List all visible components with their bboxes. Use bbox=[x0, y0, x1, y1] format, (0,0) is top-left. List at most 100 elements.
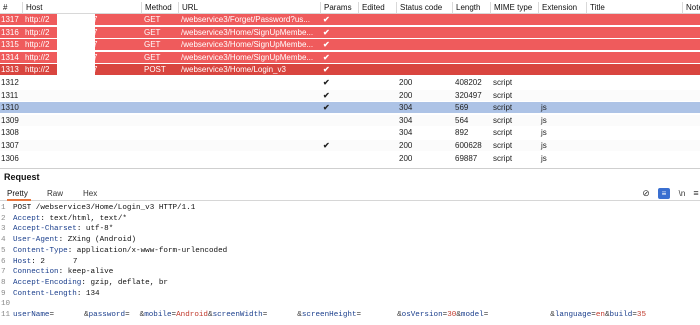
line-text: POST /webservice3/Home/Login_v3 HTTP/1.1 bbox=[13, 203, 195, 213]
cell-method bbox=[141, 90, 178, 101]
request-panel: Request Pretty Raw Hex ⊘ ≡ \n ≡ 1 POST /w… bbox=[0, 168, 700, 325]
table-row[interactable]: 1314 http://2 7 GET/webservice3/Home/SignUp… bbox=[0, 51, 700, 63]
editor-line: 11 userName= &password= &mobile=Android&s… bbox=[0, 310, 700, 320]
cell-method: GET bbox=[144, 52, 161, 62]
cell-method bbox=[141, 140, 178, 151]
cell-title bbox=[586, 14, 682, 25]
cell-extension bbox=[538, 90, 586, 101]
table-row[interactable]: 1310 ✔ 304 569 script js bbox=[0, 102, 700, 114]
column-header-notes[interactable]: Notes bbox=[682, 2, 700, 14]
editor-line: 10 bbox=[0, 299, 700, 309]
table-row[interactable]: 1309 304 564 script js bbox=[0, 114, 700, 126]
show-newlines-icon[interactable]: \n bbox=[676, 188, 688, 199]
editor-line: 5 Content-Type: application/x-www-form-ur… bbox=[0, 246, 700, 256]
hide-icon[interactable]: ⊘ bbox=[640, 188, 652, 199]
table-row[interactable]: 1315 http://2 7 GET/webservice3/Home/SignUp… bbox=[0, 39, 700, 51]
cell-title bbox=[586, 140, 682, 151]
cell-id: 1314 bbox=[1, 52, 19, 62]
line-text: Content-Type: application/x-www-form-url… bbox=[13, 246, 227, 256]
header-value-suffix: 7 bbox=[72, 257, 78, 266]
column-header-url[interactable]: URL bbox=[178, 2, 320, 14]
cell-mime: script bbox=[493, 103, 513, 113]
cell-title bbox=[586, 127, 682, 138]
cell-host bbox=[22, 102, 141, 113]
cell-id: 1312 bbox=[1, 78, 19, 87]
cell-host bbox=[22, 115, 141, 126]
table-row[interactable]: 1308 304 892 script js bbox=[0, 127, 700, 139]
cell-method bbox=[141, 102, 178, 113]
line-number: 6 bbox=[1, 257, 6, 266]
cell-title bbox=[586, 64, 682, 75]
line-text: Connection: keep-alive bbox=[13, 267, 113, 277]
cell-length: 320497 bbox=[455, 90, 482, 100]
column-header-title[interactable]: Title bbox=[586, 2, 682, 14]
table-row[interactable]: 1312 ✔ 200 408202 script bbox=[0, 77, 700, 88]
wrap-lines-icon[interactable]: ≡ bbox=[658, 188, 670, 199]
tab-hex[interactable]: Hex bbox=[83, 187, 101, 201]
column-header-edited[interactable]: Edited bbox=[358, 2, 396, 14]
body-param-name: model bbox=[460, 311, 484, 319]
column-header-method[interactable]: Method bbox=[141, 2, 178, 14]
header-name: Accept-Charset bbox=[13, 225, 77, 234]
cell-edited bbox=[358, 52, 396, 63]
column-header-host[interactable]: Host bbox=[22, 2, 141, 14]
table-row[interactable]: 1311 ✔ 200 320497 script bbox=[0, 89, 700, 101]
body-param-name: build bbox=[609, 311, 633, 319]
table-row[interactable]: 1317 http://2 7 GET/webservice3/Forget/Pass… bbox=[0, 14, 700, 25]
cell-length: 564 bbox=[455, 115, 469, 125]
cell-edited bbox=[358, 39, 396, 50]
editor-line: 9 Content-Length: 134 bbox=[0, 289, 700, 299]
line-number: 7 bbox=[1, 268, 6, 277]
cell-title bbox=[586, 115, 682, 126]
header-value: ZXing (Android) bbox=[63, 236, 137, 245]
cell-method bbox=[141, 77, 178, 88]
cell-extension: js bbox=[541, 128, 547, 138]
cell-notes bbox=[682, 102, 700, 113]
line-number: 10 bbox=[1, 300, 11, 309]
body-param-name: screenWidth bbox=[212, 311, 263, 319]
cell-length: 892 bbox=[455, 128, 469, 138]
line-number: 1 bbox=[1, 204, 6, 212]
cell-extension bbox=[538, 39, 586, 50]
cell-params: ✔ bbox=[323, 52, 330, 62]
table-row[interactable]: 1307 ✔ 200 600628 script js bbox=[0, 140, 700, 151]
cell-status: 200 bbox=[399, 141, 413, 150]
header-value: utf-8* bbox=[81, 225, 114, 234]
redaction-block bbox=[57, 14, 95, 79]
table-row[interactable]: 1316 http://2 7 GET/webservice3/Home/SignUp… bbox=[0, 26, 700, 38]
tab-raw[interactable]: Raw bbox=[47, 187, 67, 201]
cell-id: 1315 bbox=[1, 40, 19, 50]
column-header-extension[interactable]: Extension bbox=[538, 2, 586, 14]
cell-params: ✔ bbox=[323, 40, 330, 50]
cell-method: GET bbox=[144, 40, 161, 50]
cell-mime bbox=[490, 14, 538, 25]
header-name: Content-Type bbox=[13, 246, 68, 255]
cell-id: 1306 bbox=[1, 153, 19, 163]
table-row[interactable]: 1306 200 69887 script js bbox=[0, 152, 700, 164]
cell-host bbox=[22, 153, 141, 164]
table-row[interactable]: 1313 http://2 7 POST/webservice3/Home/Login… bbox=[0, 64, 700, 76]
column-header-status[interactable]: Status code bbox=[396, 2, 452, 14]
cell-notes bbox=[682, 39, 700, 50]
request-editor[interactable]: 1 POST /webservice3/Home/Login_v3 HTTP/1.… bbox=[0, 203, 700, 325]
cell-url bbox=[178, 140, 320, 151]
column-header-length[interactable]: Length bbox=[452, 2, 490, 14]
cell-notes bbox=[682, 14, 700, 25]
redaction-block bbox=[267, 310, 298, 320]
table-header: # Host Method URL Params Edited Status c… bbox=[0, 2, 700, 14]
column-header-id[interactable]: # bbox=[0, 2, 22, 14]
tab-pretty[interactable]: Pretty bbox=[7, 187, 31, 201]
menu-icon[interactable]: ≡ bbox=[690, 188, 700, 199]
line-text: Content-Length: 134 bbox=[13, 289, 100, 299]
cell-status: 304 bbox=[399, 103, 413, 113]
editor-line: 4 User-Agent: ZXing (Android) bbox=[0, 235, 700, 245]
cell-url bbox=[178, 77, 320, 88]
column-header-params[interactable]: Params bbox=[320, 2, 358, 14]
cell-id: 1308 bbox=[1, 128, 19, 138]
cell-mime bbox=[490, 52, 538, 63]
cell-id: 1311 bbox=[1, 90, 19, 100]
cell-edited bbox=[358, 77, 396, 88]
cell-title bbox=[586, 27, 682, 38]
column-header-mime[interactable]: MIME type bbox=[490, 2, 538, 14]
cell-notes bbox=[682, 52, 700, 63]
